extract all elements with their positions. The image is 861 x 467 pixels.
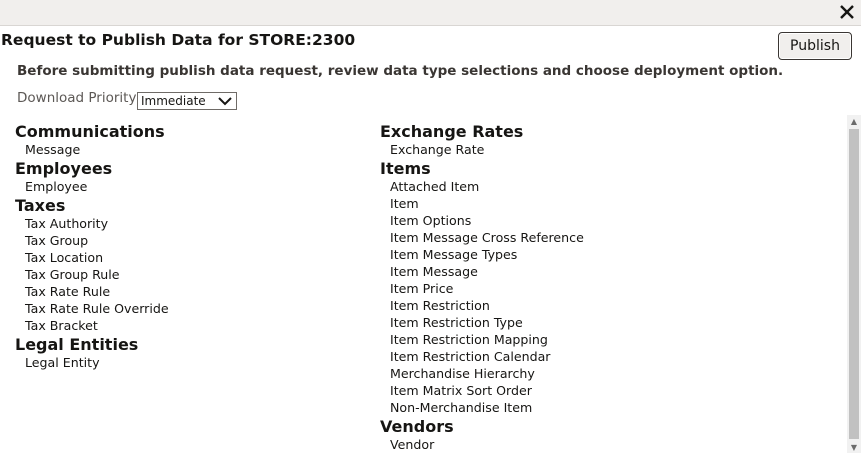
data-type-item: Item Message Types	[390, 247, 518, 262]
data-type-item: Attached Item	[390, 179, 480, 194]
data-type-item: Employee	[25, 179, 88, 194]
data-type-item: Tax Rate Rule	[25, 284, 111, 299]
data-type-item: Item Options	[390, 213, 472, 228]
close-button[interactable]	[836, 1, 858, 23]
dialog-top-bar	[0, 0, 861, 26]
publish-button[interactable]: Publish	[778, 32, 852, 60]
download-priority-label: Download Priority	[17, 90, 137, 106]
data-type-item: Item Message	[390, 264, 478, 279]
data-type-item: Item Matrix Sort Order	[390, 383, 532, 398]
data-type-item: Item	[390, 196, 419, 211]
data-type-item: Tax Group	[25, 233, 89, 248]
publish-button-label: Publish	[790, 38, 840, 54]
data-group-list: Exchange Rate	[380, 141, 584, 158]
data-type-item: Tax Rate Rule Override	[25, 301, 169, 316]
data-type-item: Item Restriction Type	[390, 315, 523, 330]
data-type-item: Tax Authority	[25, 216, 109, 231]
scroll-down-arrow-icon[interactable]: ▼	[847, 441, 861, 453]
dialog-title: Request to Publish Data for STORE:2300	[1, 31, 356, 49]
data-group-title: Employees	[15, 159, 113, 178]
data-group-title: Taxes	[15, 196, 66, 215]
data-group-title: Communications	[15, 122, 165, 141]
data-group-list: Legal Entity	[15, 354, 169, 371]
download-priority-select[interactable]: Immediate	[137, 92, 237, 110]
data-type-item: Tax Group Rule	[25, 267, 120, 282]
data-type-item: Non-Merchandise Item	[390, 400, 533, 415]
chevron-down-icon	[218, 97, 232, 106]
data-type-item: Legal Entity	[25, 355, 100, 370]
data-types-right-column: Exchange Rates Exchange Rate Items Attached…	[380, 122, 584, 453]
scroll-thumb[interactable]	[849, 129, 859, 439]
data-group-title: Items	[380, 159, 431, 178]
data-type-item: Item Restriction Calendar	[390, 349, 551, 364]
instructions-text: Before submitting publish data request, …	[17, 63, 784, 79]
data-types-left-column: Communications Message Employees Employee Ta…	[15, 122, 169, 371]
data-group-list: Message	[15, 141, 169, 158]
data-group-title: Legal Entities	[15, 335, 139, 354]
data-type-item: Message	[25, 142, 81, 157]
data-group-title: Exchange Rates	[380, 122, 524, 141]
data-group-list: Employee	[15, 178, 169, 195]
data-type-item: Vendor	[390, 437, 435, 452]
data-group-title: Vendors	[380, 417, 454, 436]
data-type-item: Item Message Cross Reference	[390, 230, 584, 245]
data-type-item: Tax Location	[25, 250, 104, 265]
data-group-list: Attached Item Item Item Options Item Messag…	[380, 178, 584, 416]
data-type-item: Tax Bracket	[25, 318, 98, 333]
data-type-item: Item Restriction Mapping	[390, 332, 548, 347]
data-type-item: Item Price	[390, 281, 454, 296]
vertical-scrollbar[interactable]: ▲ ▼	[847, 115, 861, 453]
data-type-item: Exchange Rate	[390, 142, 485, 157]
close-icon	[840, 5, 854, 19]
data-type-item: Merchandise Hierarchy	[390, 366, 535, 381]
scroll-up-arrow-icon[interactable]: ▲	[847, 115, 861, 127]
data-group-list: Tax Authority Tax Group Tax Location Tax Gr…	[15, 215, 169, 334]
data-group-list: Vendor	[380, 436, 584, 453]
data-type-item: Item Restriction	[390, 298, 490, 313]
download-priority-value: Immediate	[141, 94, 206, 108]
